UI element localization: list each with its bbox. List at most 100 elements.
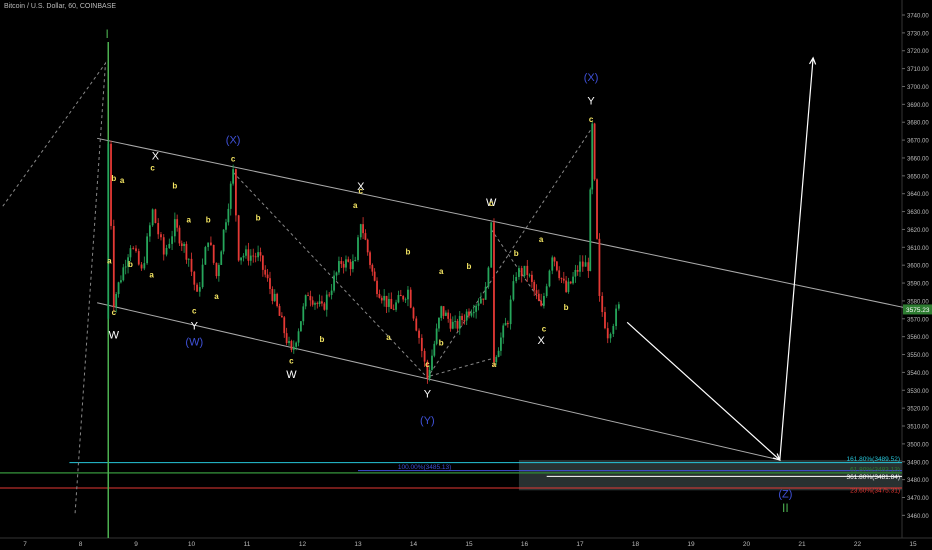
candle-body (354, 259, 357, 261)
x-tick-label: 19 (687, 541, 695, 548)
wave-label: c (359, 187, 364, 196)
candle-body (240, 257, 243, 261)
candle-body (173, 219, 176, 237)
candle-body (461, 315, 463, 321)
candle-body (579, 261, 581, 272)
candle-body (232, 169, 235, 184)
y-tick-label: 3650.00 (907, 174, 929, 180)
candle-body (157, 223, 160, 235)
wave-label: b (206, 215, 211, 224)
candle-body (404, 299, 407, 301)
dotted-path (2, 61, 107, 516)
x-tick-label: 22 (854, 541, 862, 548)
candle-body (162, 237, 165, 255)
y-tick-label: 3510.00 (907, 425, 929, 431)
candle-body (264, 269, 267, 275)
x-tick-label: 11 (244, 541, 251, 548)
candle-body (154, 209, 157, 224)
candle-body (369, 252, 371, 265)
fib-label: 100.00%(3485.13) (398, 464, 452, 471)
candle-body (252, 255, 255, 257)
candle-body (366, 239, 369, 253)
wave-label: a (214, 292, 219, 301)
candle-body (115, 294, 118, 307)
y-tick-label: 3470.00 (907, 496, 929, 502)
candle-body (601, 295, 604, 313)
candle-body (269, 278, 271, 289)
candle-body (140, 264, 143, 269)
candle-body (475, 305, 478, 312)
candle-body (146, 236, 148, 264)
candle-body (543, 295, 545, 306)
y-tick-label: 3730.00 (907, 31, 929, 37)
candle-body (135, 248, 137, 252)
candle-body (193, 271, 196, 285)
candle-body (526, 265, 529, 275)
candle-body (347, 259, 350, 262)
candle-body (395, 302, 397, 310)
candle-body (553, 257, 556, 262)
candle-body (187, 258, 190, 260)
candle-body (249, 255, 252, 261)
wave-label: b (514, 249, 519, 258)
dotted-path (430, 357, 495, 377)
candle-body (458, 315, 461, 329)
wave-label: a (120, 176, 125, 185)
candle-body (420, 337, 423, 351)
candle-body (371, 264, 374, 272)
wave-label: c (150, 163, 155, 172)
wave-label: c (192, 306, 197, 315)
candle-body (311, 300, 314, 305)
candle-body (415, 318, 418, 331)
candle-body (576, 269, 579, 272)
y-tick-label: 3700.00 (907, 85, 929, 91)
wave-label: b (439, 339, 444, 348)
candle-body (555, 261, 558, 271)
wave-label: a (386, 333, 391, 342)
candle-body (364, 233, 367, 240)
candle-body (533, 281, 536, 291)
candle-body (409, 289, 412, 308)
candle-body (160, 234, 162, 238)
candle-body (304, 295, 307, 307)
candle-body (359, 224, 362, 238)
candle-body (245, 249, 247, 256)
candle-body (574, 269, 577, 277)
y-tick-label: 3680.00 (907, 121, 929, 127)
candle-body (204, 247, 207, 265)
wave-label: a (149, 271, 154, 280)
candle-body (285, 333, 288, 344)
candle-body (178, 227, 181, 244)
candle-body (259, 252, 262, 256)
wave-label: Y (587, 95, 595, 107)
x-tick-label: 15 (909, 541, 917, 548)
candle-body (433, 343, 436, 356)
candle-body (276, 293, 279, 307)
x-tick-label: 14 (410, 541, 418, 548)
candle-body (352, 260, 354, 270)
candle-body (484, 286, 487, 300)
candle-body (456, 321, 459, 329)
candle-body (198, 287, 201, 292)
wave-label: c (589, 115, 594, 124)
candle-body (402, 296, 405, 300)
wave-label: (X) (226, 135, 241, 147)
wave-label: Y (191, 321, 199, 333)
candle-body (340, 261, 343, 264)
candle-body (412, 307, 415, 319)
candle-body (321, 301, 323, 304)
price-chart[interactable]: 3740.00 3730.00 3720.00 3710.00 3700.00 3690.… (0, 0, 932, 550)
candle-body (451, 321, 454, 329)
wave-label: b (406, 247, 411, 256)
y-tick-label: 3640.00 (907, 192, 929, 198)
candle-body (314, 303, 316, 305)
candle-body (235, 169, 237, 216)
candle-body (201, 264, 204, 288)
candle-body (388, 298, 390, 307)
wave-label: a (539, 235, 544, 244)
wave-label: a (107, 256, 112, 265)
candle-body (117, 282, 120, 295)
fib-label: 361.80%(3481.84) (847, 474, 901, 481)
candle-body (185, 243, 188, 260)
y-tick-label: 3570.00 (907, 317, 929, 323)
